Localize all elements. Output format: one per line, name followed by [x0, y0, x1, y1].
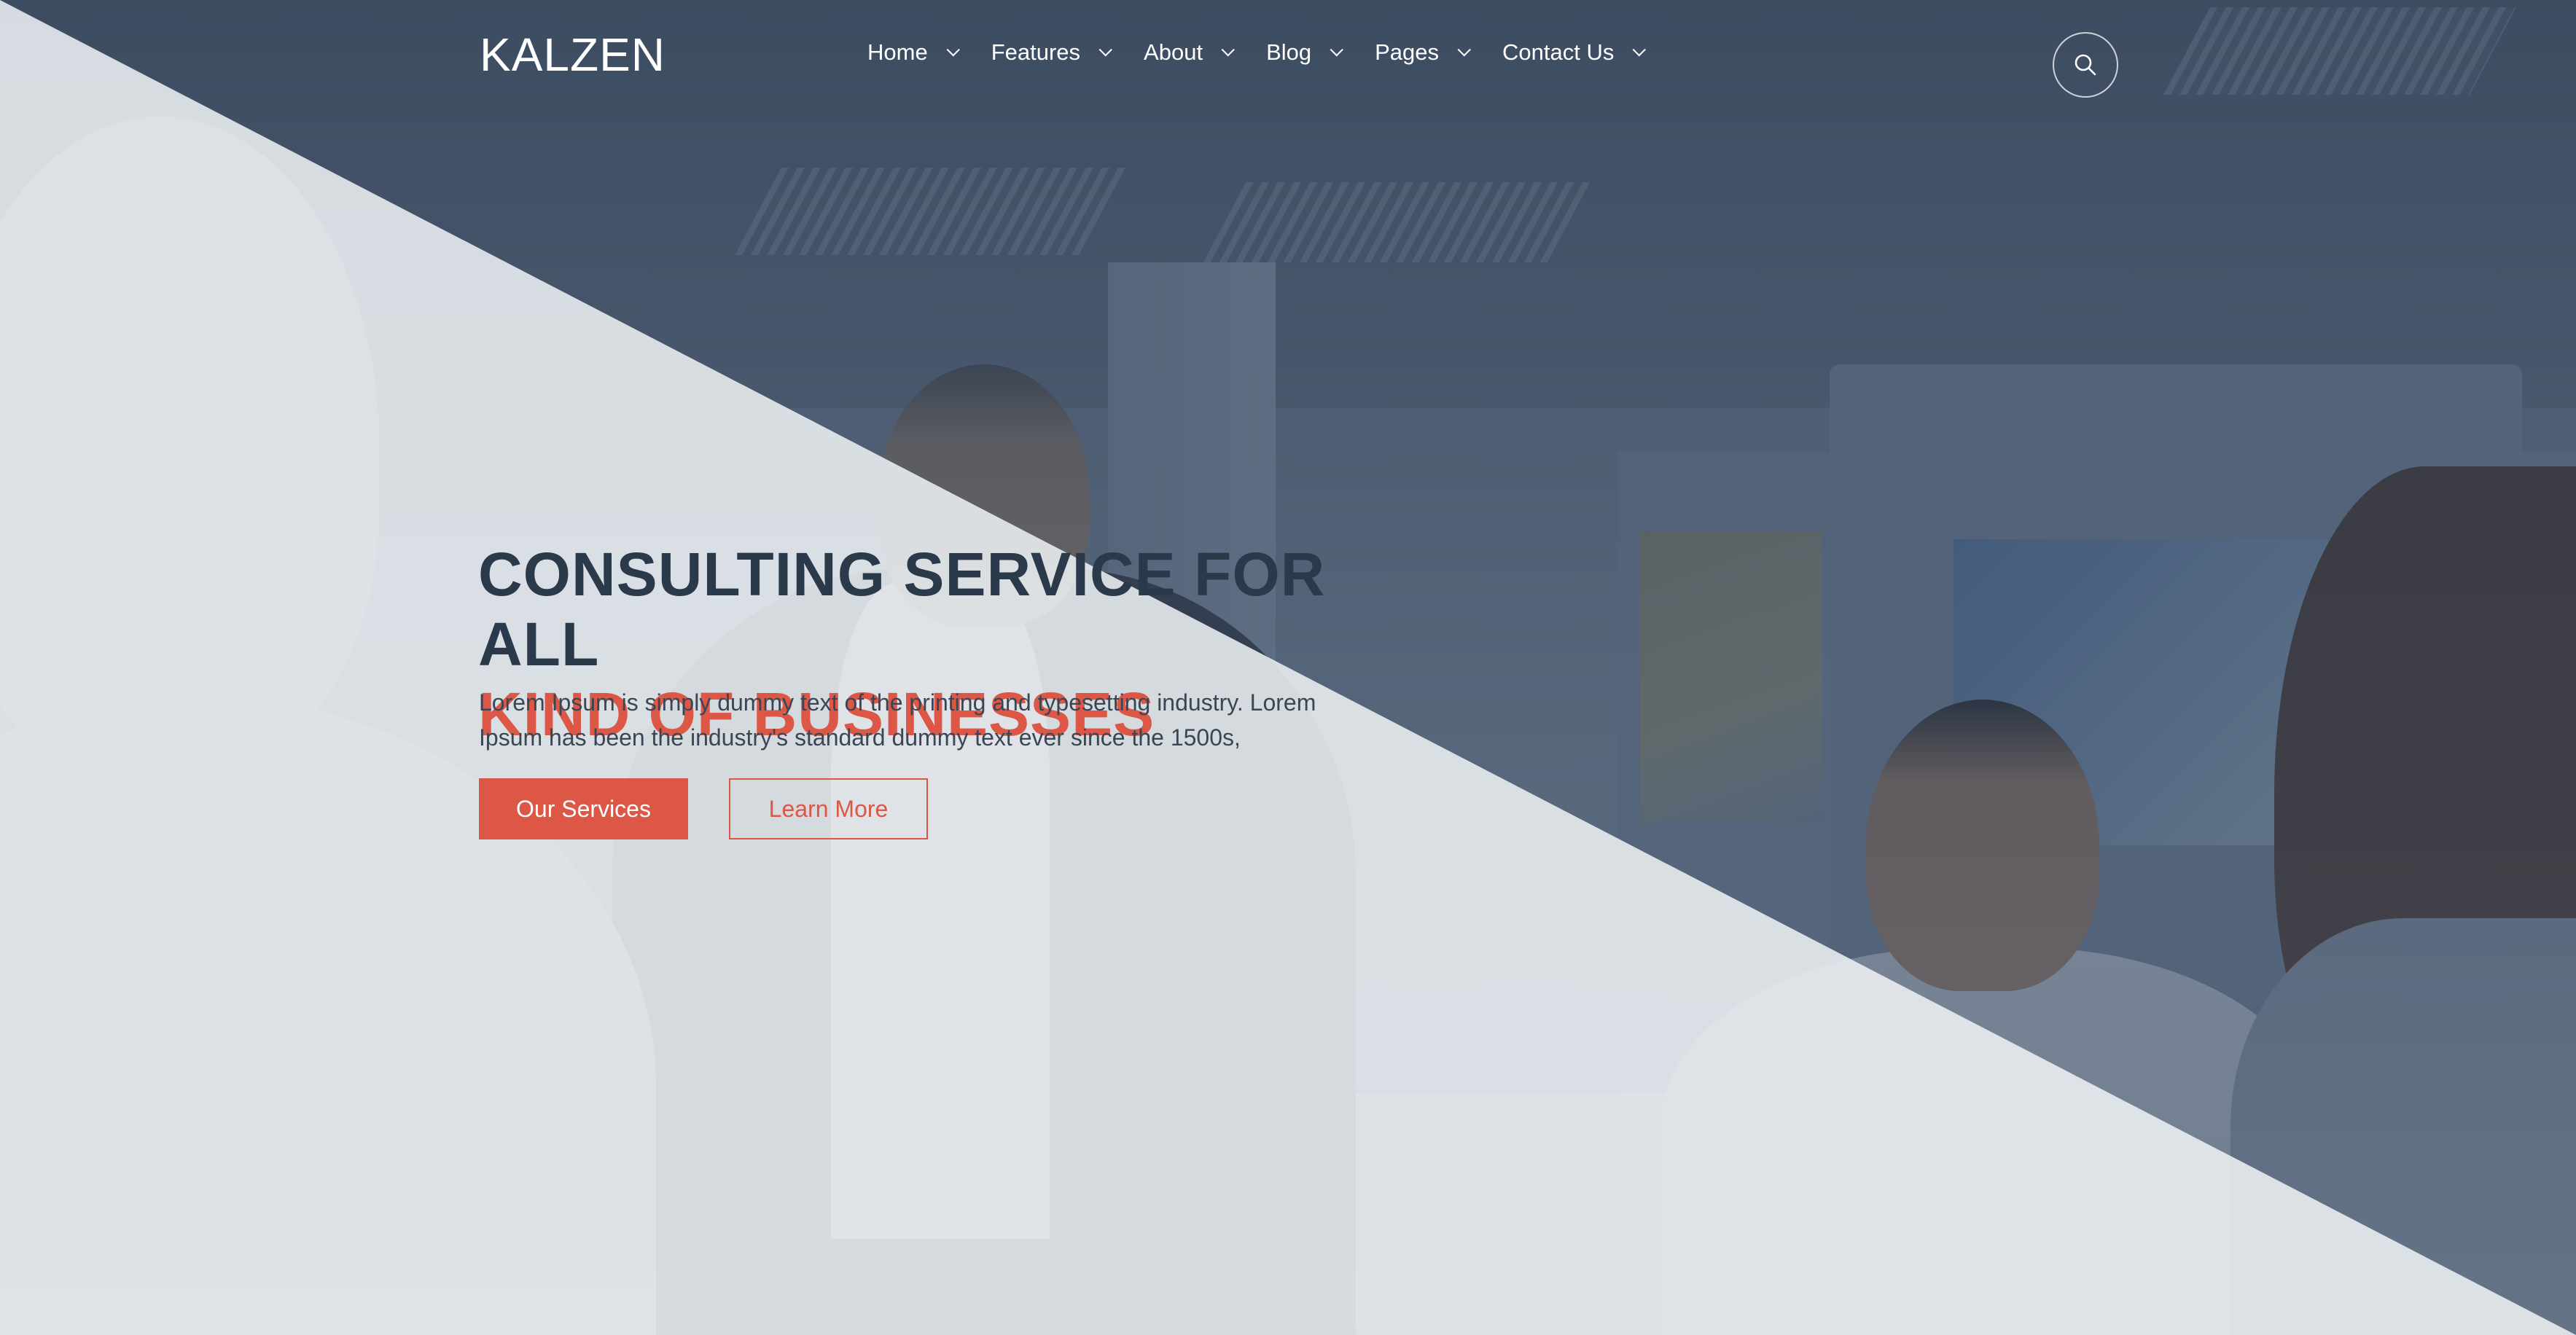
hero-description: Lorem Ipsum is simply dummy text of the … [479, 689, 1316, 751]
chevron-down-icon [1330, 42, 1344, 56]
nav-item-label: Blog [1266, 39, 1312, 65]
our-services-button[interactable]: Our Services [479, 778, 688, 839]
search-icon [2075, 54, 2096, 76]
nav-item-label: About [1144, 39, 1203, 65]
main-nav: Home Features About Blog Pages Contact U… [867, 39, 1677, 66]
site-logo[interactable]: KALZEN [480, 28, 666, 82]
nav-item-label: Features [991, 39, 1081, 65]
chevron-down-icon [1221, 42, 1235, 56]
learn-more-button[interactable]: Learn More [729, 778, 928, 839]
chevron-down-icon [946, 42, 960, 56]
nav-item-about[interactable]: About [1144, 39, 1235, 66]
nav-item-home[interactable]: Home [867, 39, 960, 66]
chevron-down-icon [1457, 42, 1471, 56]
nav-item-pages[interactable]: Pages [1375, 39, 1471, 66]
chevron-down-icon [1098, 42, 1112, 56]
nav-item-label: Pages [1375, 39, 1440, 65]
nav-item-label: Contact Us [1502, 39, 1615, 65]
search-button[interactable] [2053, 32, 2118, 98]
nav-item-label: Home [867, 39, 928, 65]
hero-title-line1: CONSULTING SERVICE FOR ALL [478, 540, 1326, 678]
site-header: KALZEN Home Features About Blog Pages Co… [0, 0, 2576, 124]
nav-item-contact-us[interactable]: Contact Us [1502, 39, 1647, 66]
chevron-down-icon [1632, 42, 1647, 56]
nav-item-features[interactable]: Features [991, 39, 1112, 66]
nav-item-blog[interactable]: Blog [1266, 39, 1344, 66]
